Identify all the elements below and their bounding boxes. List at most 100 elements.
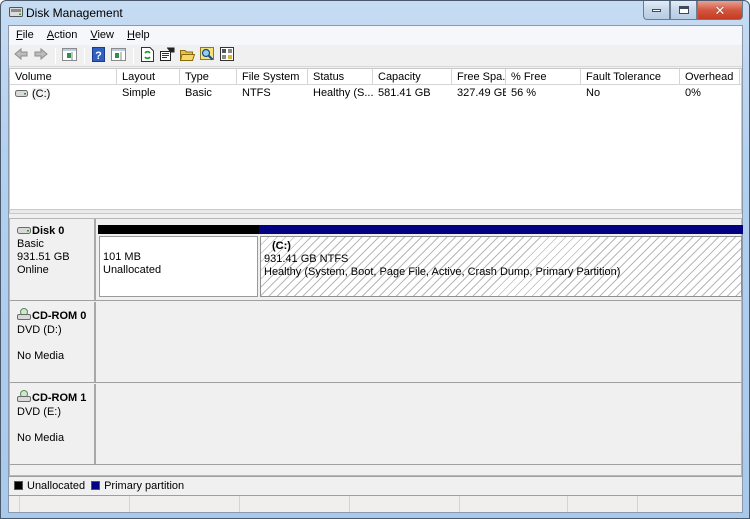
menu-view[interactable]: View	[83, 26, 120, 45]
disk-type: Basic	[17, 238, 44, 250]
disk-title: CD-ROM 0	[17, 308, 94, 324]
partition-kind: Unallocated	[103, 264, 162, 276]
column-header-status[interactable]: Status	[308, 69, 373, 85]
table-row[interactable]: (C:) Simple Basic NTFS Healthy (S... 581…	[10, 85, 741, 101]
back-arrow-icon	[13, 47, 28, 63]
properties-icon	[160, 47, 175, 64]
caption-buttons: ✕	[643, 1, 743, 20]
column-header-volume[interactable]: Volume	[10, 69, 117, 85]
disk-type: DVD (D:)	[17, 324, 62, 336]
disk-graphical-view: Disk 0 Basic 931.51 GB Online 101 MB Una…	[9, 218, 743, 476]
column-header-capacity[interactable]: Capacity	[373, 69, 452, 85]
status-pane	[9, 496, 20, 512]
disk-name: CD-ROM 0	[32, 309, 87, 322]
disk-management-window: Disk Management ✕ File Action View Help	[0, 0, 750, 519]
cell-layout: Simple	[122, 87, 156, 99]
cell-fault-tolerance: No	[586, 87, 601, 99]
menu-help-label: Help	[127, 29, 150, 41]
unallocated-bar	[98, 225, 259, 234]
help-icon: ?	[92, 46, 105, 65]
help-button[interactable]: ?	[89, 46, 108, 65]
column-header-file-system[interactable]: File System	[237, 69, 308, 85]
cell-status: Healthy (S...	[313, 87, 373, 99]
title-bar[interactable]: Disk Management ✕	[1, 1, 749, 25]
menu-file-label: File	[16, 29, 34, 41]
forward-button[interactable]	[31, 47, 50, 65]
refresh-button[interactable]	[138, 46, 157, 65]
open-button[interactable]	[178, 47, 197, 65]
partition-body: 101 MB Unallocated	[99, 236, 258, 297]
column-header-type[interactable]: Type	[180, 69, 237, 85]
cell-percent-free: 56 %	[511, 87, 537, 99]
minimize-icon	[652, 8, 661, 12]
primary-partition-bar	[259, 225, 743, 234]
column-header-percent-free[interactable]: % Free	[506, 69, 581, 85]
rescan-disks-icon	[220, 47, 235, 64]
cell-volume: (C:)	[10, 85, 117, 101]
client-area: File Action View Help ? Volume Layout Ty…	[8, 25, 743, 513]
cell-file-system: NTFS	[242, 87, 271, 99]
minimize-button[interactable]	[643, 1, 670, 20]
unallocated-swatch	[14, 481, 23, 490]
status-pane	[350, 496, 460, 512]
disk-row-cdrom-0: CD-ROM 0 DVD (D:) No Media	[10, 302, 741, 383]
cell-capacity: 581.41 GB	[378, 87, 431, 99]
partition-status: Healthy (System, Boot, Page File, Active…	[264, 266, 621, 278]
show-hide-action-pane-icon	[111, 47, 126, 64]
cell-overhead: 0%	[685, 87, 701, 99]
column-header-overhead[interactable]: Overhead	[680, 69, 740, 85]
status-pane	[130, 496, 240, 512]
partition-title: (C:)	[272, 240, 291, 252]
toolbar: ?	[9, 45, 742, 67]
properties-button[interactable]	[158, 47, 177, 65]
show-hide-console-tree-button[interactable]	[60, 47, 79, 65]
legend-label-primary-partition: Primary partition	[104, 479, 185, 492]
disk-status: No Media	[17, 350, 65, 362]
open-folder-icon	[179, 48, 196, 64]
partition-c-drive[interactable]: (C:) 931.41 GB NTFS Healthy (System, Boo…	[259, 225, 743, 297]
menu-help[interactable]: Help	[120, 26, 156, 45]
cell-free-space: 327.49 GB	[457, 87, 506, 99]
explore-search-icon	[200, 47, 215, 64]
volume-list-header: Volume Layout Type File System Status Ca…	[10, 69, 741, 85]
disk-size: 931.51 GB	[17, 251, 70, 263]
column-header-layout[interactable]: Layout	[117, 69, 180, 85]
show-hide-console-tree-icon	[62, 47, 77, 64]
refresh-icon	[141, 46, 154, 65]
disk-partitions-area: 101 MB Unallocated (C:) 931.41 GB NTFS H…	[98, 219, 743, 300]
partition-size: 101 MB	[103, 251, 141, 263]
status-pane	[240, 496, 350, 512]
disk-label-cdrom-1[interactable]: CD-ROM 1 DVD (E:) No Media	[10, 384, 96, 464]
menu-file[interactable]: File	[9, 26, 40, 45]
disk-row-disk-0: Disk 0 Basic 931.51 GB Online 101 MB Una…	[10, 219, 743, 301]
drive-icon	[15, 88, 28, 100]
menu-action[interactable]: Action	[40, 26, 84, 45]
horizontal-scrollbar[interactable]	[10, 209, 741, 213]
menu-bar: File Action View Help	[9, 26, 742, 45]
disk-status: No Media	[17, 432, 65, 444]
rescan-disks-button[interactable]	[218, 47, 237, 65]
menu-action-label: Action	[46, 29, 78, 41]
cd-drive-icon	[17, 308, 31, 324]
volume-name: (C:)	[32, 88, 51, 100]
toolbar-separator	[133, 47, 134, 64]
partition-unallocated[interactable]: 101 MB Unallocated	[98, 225, 259, 297]
close-button[interactable]: ✕	[697, 1, 743, 20]
disk-label-disk-0[interactable]: Disk 0 Basic 931.51 GB Online	[10, 219, 96, 300]
disk-label-cdrom-0[interactable]: CD-ROM 0 DVD (D:) No Media	[10, 302, 96, 382]
toolbar-separator	[84, 47, 85, 64]
back-button[interactable]	[11, 47, 30, 65]
status-pane	[460, 496, 568, 512]
column-header-free-space[interactable]: Free Spa...	[452, 69, 506, 85]
disk-empty-area	[98, 384, 741, 464]
disk-row-cdrom-1: CD-ROM 1 DVD (E:) No Media	[10, 384, 741, 465]
legend: Unallocated Primary partition	[9, 476, 742, 494]
maximize-button[interactable]	[670, 1, 697, 20]
explore-button[interactable]	[198, 47, 217, 65]
column-header-fault-tolerance[interactable]: Fault Tolerance	[581, 69, 680, 85]
show-hide-action-pane-button[interactable]	[109, 47, 128, 65]
maximize-icon	[678, 6, 689, 14]
disk-management-app-icon	[9, 6, 23, 18]
